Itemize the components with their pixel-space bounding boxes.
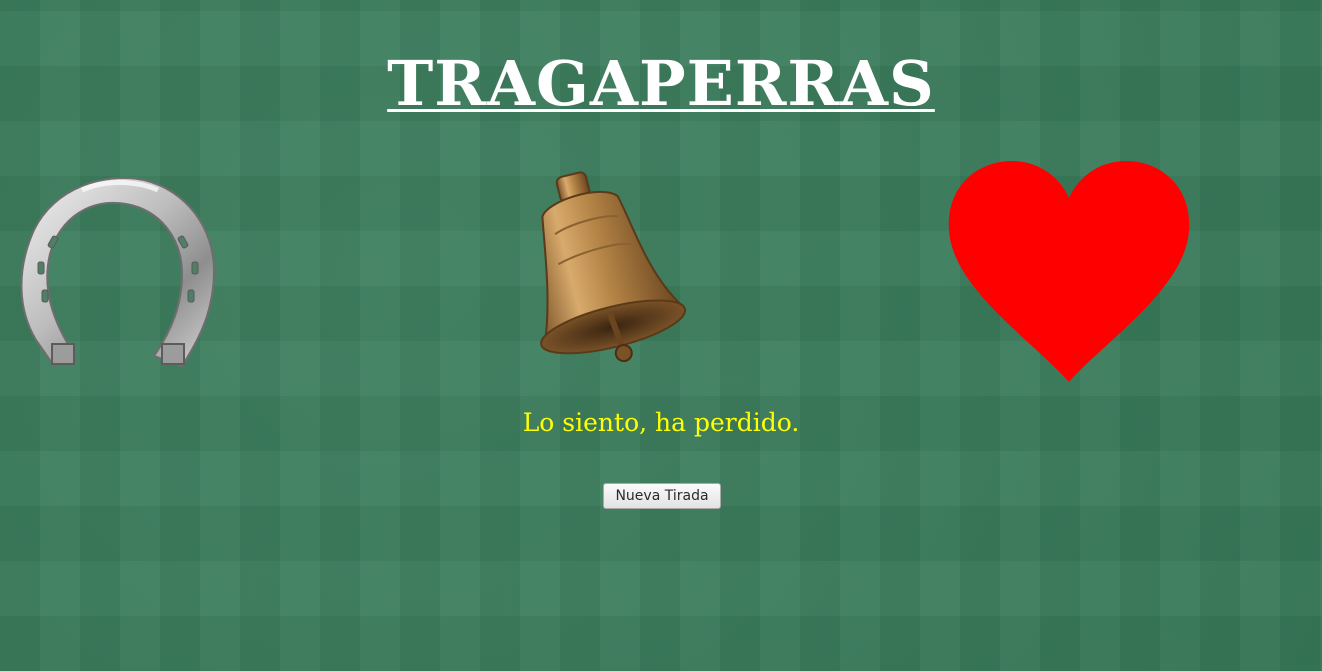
reel-3 bbox=[946, 158, 1192, 384]
page-title: TRAGAPERRAS bbox=[387, 47, 935, 120]
reel-2 bbox=[512, 164, 692, 372]
new-spin-button[interactable]: Nueva Tirada bbox=[603, 483, 721, 509]
horseshoe-icon bbox=[20, 177, 216, 368]
result-message: Lo siento, ha perdido. bbox=[522, 408, 800, 437]
bell-icon bbox=[540, 171, 687, 363]
heart-icon bbox=[948, 161, 1190, 382]
reel-1 bbox=[14, 170, 220, 376]
